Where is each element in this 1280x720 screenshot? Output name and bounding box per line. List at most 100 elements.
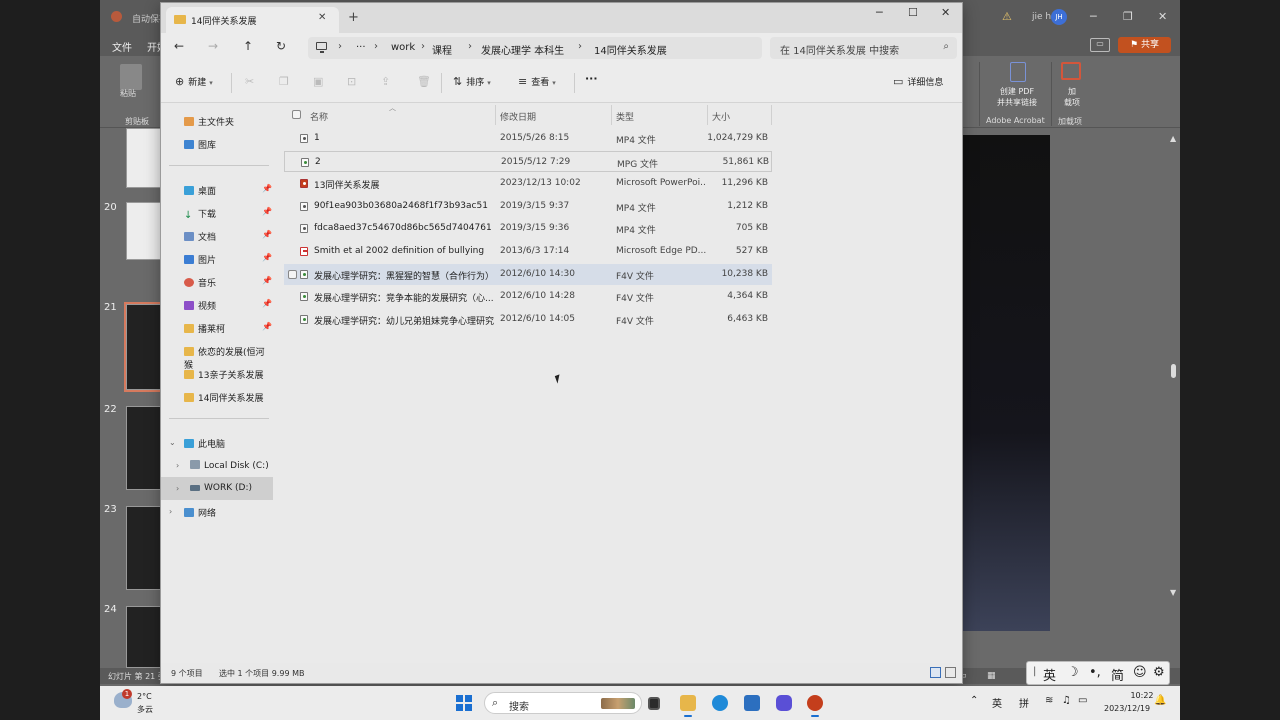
up-icon[interactable]: ↑ — [243, 39, 253, 53]
store-icon[interactable] — [744, 695, 760, 711]
copy-button[interactable]: ❐ — [279, 75, 293, 88]
scroll-up-icon[interactable]: ▲ — [1170, 134, 1176, 143]
column-divider[interactable] — [495, 105, 496, 125]
ime-simplified[interactable]: 简 — [1111, 665, 1124, 684]
delete-button[interactable]: 🗑 — [417, 75, 435, 88]
minimize-icon[interactable]: ─ — [1090, 10, 1097, 23]
refresh-icon[interactable]: ↻ — [276, 39, 286, 53]
input-mode[interactable]: 拼 — [1019, 695, 1029, 710]
breadcrumb-more[interactable]: ··· — [356, 42, 366, 53]
create-pdf-icon[interactable] — [1010, 62, 1026, 82]
start-button[interactable] — [456, 695, 472, 711]
nav-folder[interactable]: 14同伴关系发展 — [184, 391, 263, 404]
battery-icon[interactable]: ▭ — [1078, 695, 1087, 706]
pin-icon[interactable]: 📌 — [262, 253, 272, 262]
forward-icon[interactable]: → — [208, 39, 218, 53]
rename-button[interactable]: ⊡ — [347, 75, 360, 88]
scroll-thumb[interactable] — [1171, 364, 1176, 378]
nav-music[interactable]: 音乐 📌 — [184, 276, 272, 289]
nav-home[interactable]: 主文件夹 — [184, 115, 234, 128]
search-box[interactable]: 在 14同伴关系发展 中搜索 ⌕ — [770, 37, 957, 59]
edge-icon[interactable] — [712, 695, 728, 711]
tiles-view-icon[interactable] — [945, 667, 956, 678]
chevron-up-icon[interactable]: ⌃ — [970, 695, 978, 706]
pin-icon[interactable]: 📌 — [262, 322, 272, 331]
tab-file[interactable]: 文件 — [112, 39, 132, 54]
nav-pictures[interactable]: 图片 📌 — [184, 253, 272, 266]
nav-gallery[interactable]: 图库 — [184, 138, 216, 151]
breadcrumb-devpsych[interactable]: 发展心理学 本科生 — [481, 42, 564, 57]
explorer-tab[interactable]: 14同伴关系发展 ✕ — [166, 7, 339, 33]
restore-icon[interactable]: ❐ — [1123, 10, 1133, 23]
slide-canvas[interactable] — [963, 135, 1050, 631]
table-row[interactable]: fdca8aed37c54670d86bc565d7404761 2019/3/1… — [284, 218, 772, 239]
column-date[interactable]: 修改日期 — [500, 110, 536, 123]
pin-icon[interactable]: 📌 — [262, 184, 272, 193]
table-row[interactable]: 发展心理学研究：黑猩猩的智慧（合作行为） 2012/6/10 14:30 F4V 文… — [284, 263, 772, 285]
close-icon[interactable]: ✕ — [941, 6, 950, 19]
pin-icon[interactable]: 📌 — [262, 207, 272, 216]
table-row[interactable]: Smith et al 2002 definition of bullying 2… — [284, 241, 772, 262]
app-icon[interactable] — [776, 695, 792, 711]
moon-icon[interactable]: ☽ — [1067, 665, 1079, 680]
column-divider[interactable] — [707, 105, 708, 125]
close-tab-icon[interactable]: ✕ — [318, 12, 326, 23]
pin-icon[interactable]: 📌 — [262, 230, 272, 239]
slide-scrollbar[interactable]: ▲ ▼ — [1168, 128, 1180, 628]
column-name[interactable]: 名称 — [310, 110, 328, 123]
table-row[interactable]: 2 2015/5/12 7:29 MPG 文件 51,861 KB — [284, 150, 772, 172]
column-type[interactable]: 类型 — [616, 110, 634, 123]
wifi-icon[interactable]: ≋ — [1045, 695, 1053, 706]
clock-time[interactable]: 10:22 — [1127, 691, 1157, 700]
select-all-checkbox[interactable] — [292, 110, 301, 119]
breadcrumb-work[interactable]: work — [391, 42, 415, 53]
details-pane-button[interactable]: ▭ 详细信息 — [893, 75, 943, 88]
maximize-icon[interactable]: ☐ — [908, 6, 918, 19]
avatar[interactable]: JH — [1051, 9, 1067, 25]
paste-icon[interactable] — [120, 64, 142, 90]
nav-folder[interactable]: 播莱柯 📌 — [184, 322, 272, 335]
table-row[interactable]: 90f1ea903b03680a2468f1f73b93ac51 2019/3/1… — [284, 196, 772, 217]
addins-icon[interactable] — [1061, 62, 1081, 80]
scroll-down-icon[interactable]: ▼ — [1170, 588, 1176, 597]
column-divider[interactable] — [771, 105, 772, 125]
nav-folder[interactable]: 13亲子关系发展 — [184, 368, 263, 381]
nav-documents[interactable]: 文档 📌 — [184, 230, 272, 243]
more-options-button[interactable]: ··· — [585, 72, 598, 85]
table-row[interactable]: 发展心理学研究：幼儿兄弟姐妹竞争心理研究 2012/6/10 14:05 F4V 文… — [284, 309, 772, 330]
nav-local-disk[interactable]: Local Disk (C:) — [190, 460, 269, 471]
warning-icon[interactable]: ⚠ — [1002, 10, 1012, 23]
sorter-view-icon[interactable]: ▦ — [987, 671, 996, 681]
nav-desktop[interactable]: 桌面 📌 — [184, 184, 272, 197]
share-button[interactable]: ⚑ 共享 — [1118, 37, 1171, 53]
details-view-icon[interactable] — [930, 667, 941, 678]
breadcrumb-course[interactable]: 课程 — [432, 42, 452, 57]
slide-thumbnail[interactable] — [126, 128, 164, 188]
chevron-right-icon[interactable]: › — [169, 507, 172, 516]
slide-thumbnail-selected[interactable] — [124, 302, 166, 392]
nav-downloads[interactable]: ↓ 下载 📌 — [184, 207, 272, 221]
input-lang[interactable]: 英 — [992, 695, 1002, 710]
comment-icon[interactable]: ▭ — [1090, 38, 1110, 52]
chevron-right-icon[interactable]: › — [176, 461, 179, 470]
row-checkbox[interactable] — [288, 269, 297, 279]
chevron-right-icon[interactable]: › — [176, 484, 179, 493]
file-explorer-taskbar-icon[interactable] — [680, 695, 696, 717]
table-row[interactable]: 发展心理学研究：竞争本能的发展研究（心... 2012/6/10 14:28 F4V… — [284, 286, 772, 307]
powerpoint-taskbar-icon[interactable] — [807, 695, 823, 717]
notification-bell-icon[interactable]: 🔔 — [1154, 695, 1166, 706]
share-button[interactable]: ⇪ — [381, 75, 394, 88]
back-icon[interactable]: ← — [174, 39, 184, 53]
clock-date[interactable]: 2023/12/19 — [1104, 704, 1150, 713]
chevron-down-icon[interactable]: ⌄ — [169, 438, 176, 447]
search-icon[interactable]: ⌕ — [943, 41, 949, 52]
pin-icon[interactable]: 📌 — [262, 299, 272, 308]
ime-handle-icon[interactable]: | — [1033, 666, 1036, 677]
table-row[interactable]: 13同伴关系发展 2023/12/13 10:02 Microsoft PowerP… — [284, 173, 772, 194]
nav-videos[interactable]: 视频 📌 — [184, 299, 272, 312]
slide-thumbnail[interactable] — [126, 506, 164, 590]
taskbar-search[interactable]: ⌕ 搜索 — [484, 692, 642, 714]
punctuation-icon[interactable]: •, — [1089, 665, 1101, 680]
close-icon[interactable]: ✕ — [1158, 10, 1167, 23]
slide-thumbnail[interactable] — [126, 606, 164, 668]
